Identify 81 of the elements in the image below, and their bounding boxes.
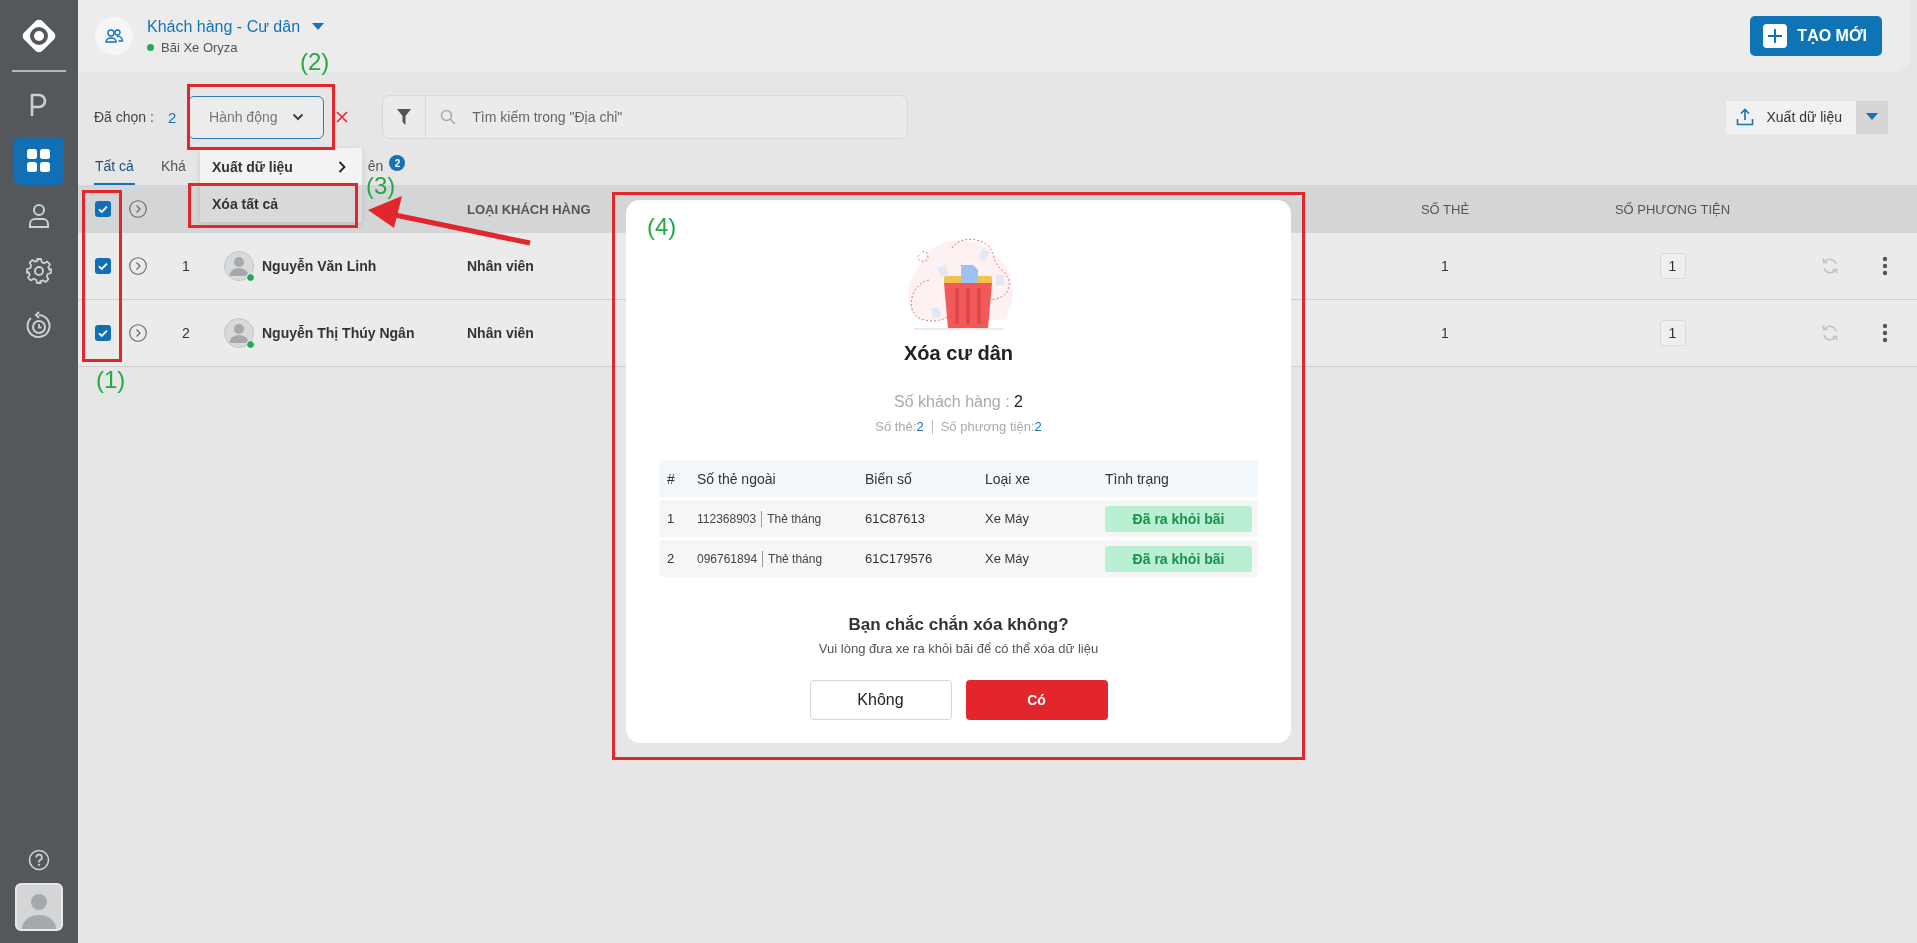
confirm-question: Bạn chắc chắn xóa không? <box>848 615 1069 635</box>
table-cell-text: 2 <box>667 551 676 566</box>
dialog-note: Vui lòng đưa xe ra khỏi bãi để có thể xóa dữ liệu <box>818 641 1099 656</box>
tab[interactable]: Khá <box>159 149 187 185</box>
table-cell: 2 <box>182 325 190 341</box>
status-badge: Đã ra khỏi bãi <box>1105 545 1252 572</box>
step-label: (3) <box>366 174 396 198</box>
card-number: 096761894 <box>697 551 758 566</box>
table-cell-text: Xe Máy <box>985 551 1031 566</box>
column-header: SỐ THẺ <box>1420 201 1470 217</box>
column-header: # <box>667 470 676 487</box>
export-button[interactable]: Xuất dữ liệu <box>1726 100 1856 134</box>
table-cell-text: 1 <box>667 511 676 526</box>
expand-icon[interactable] <box>129 200 147 218</box>
selected-label: Đã chọn : <box>94 109 154 125</box>
checkbox[interactable] <box>95 201 111 217</box>
customer-name: Nguyễn Văn Linh <box>262 258 377 274</box>
location-name: Bãi Xe Oryza <box>161 39 238 55</box>
upload-icon <box>1736 108 1755 126</box>
table-cell: Nhân viên <box>467 258 534 274</box>
card-type: Thẻ tháng <box>768 551 823 566</box>
table-cell: 1 <box>1441 258 1449 274</box>
avatar-icon <box>224 318 254 348</box>
table-cell: Nhân viên <box>467 325 534 341</box>
menu-item[interactable]: Xóa tất cả <box>200 185 362 222</box>
column-header: SỐ PHƯƠNG TIỆN <box>1614 201 1731 217</box>
column-header: Số thẻ ngoài <box>697 470 777 487</box>
close-icon[interactable] <box>336 111 349 123</box>
help-icon[interactable] <box>28 849 50 871</box>
table-cell-text: Xe Máy <box>985 511 1031 526</box>
chevron-down-icon <box>291 113 304 121</box>
action-dropdown[interactable]: Hành động <box>188 95 325 139</box>
card-type: Thẻ tháng <box>767 511 822 526</box>
column-header: LOẠI KHÁCH HÀNG <box>467 201 591 217</box>
confirm-button[interactable]: Có <box>965 680 1108 720</box>
column-header: Tình trạng <box>1105 470 1170 487</box>
status-dot <box>147 43 154 51</box>
table-cell-text: 61C179576 <box>865 551 934 566</box>
more-icon[interactable] <box>1882 323 1888 343</box>
card-number: 112368903 <box>697 511 757 526</box>
status-badge: Đã ra khỏi bãi <box>1105 505 1252 532</box>
table-cell: 1 <box>1441 325 1449 341</box>
search-icon <box>440 109 457 125</box>
settings-icon <box>23 255 55 287</box>
expand-icon[interactable] <box>129 324 147 342</box>
more-icon[interactable] <box>1882 256 1888 276</box>
checkbox[interactable] <box>95 258 111 274</box>
chevron-right-icon <box>338 160 346 173</box>
dialog-title: Xóa cư dân <box>904 342 1013 365</box>
caret-icon[interactable] <box>312 22 325 31</box>
step-label: (1) <box>96 368 126 392</box>
column-header: Loại xe <box>985 470 1032 487</box>
step-label: (2) <box>300 50 330 74</box>
step-label: (4) <box>647 215 677 239</box>
plus-icon <box>1763 24 1788 48</box>
caret-icon <box>1866 113 1878 121</box>
table-cell-text: 61C87613 <box>865 511 926 526</box>
customer-count: 2 <box>1014 393 1023 410</box>
menu-item[interactable]: Xuất dữ liệu <box>200 148 362 185</box>
users-icon <box>95 17 133 55</box>
vehicle-count: 1 <box>1659 320 1686 346</box>
search-field[interactable]: Tìm kiếm trong "Địa chỉ" <box>426 95 909 139</box>
avatar-icon <box>224 251 254 281</box>
card-count-summary: Số thẻ:2 <box>875 419 924 434</box>
column-header: Biển số <box>865 470 913 487</box>
customer-count-label: Số khách hàng : <box>894 393 1011 410</box>
selected-count: 2 <box>167 108 177 126</box>
table-cell: 1 <box>182 258 190 274</box>
expand-icon[interactable] <box>129 257 147 275</box>
checkbox[interactable] <box>95 325 111 341</box>
vehicle-count-summary: Số phương tiện:2 <box>940 419 1042 434</box>
vehicle-count: 1 <box>1659 253 1686 279</box>
cancel-button[interactable]: Không <box>809 680 952 720</box>
filter-button[interactable] <box>382 95 427 139</box>
page-title: Khách hàng - Cư dân <box>147 17 301 36</box>
create-button[interactable]: TẠO MỚI <box>1750 16 1882 56</box>
export-dropdown-button[interactable] <box>1856 100 1888 134</box>
count-badge: 2 <box>389 155 406 171</box>
filter-icon <box>397 109 412 125</box>
nav-item[interactable] <box>14 137 64 185</box>
customer-name: Nguyễn Thị Thúy Ngân <box>262 325 415 341</box>
